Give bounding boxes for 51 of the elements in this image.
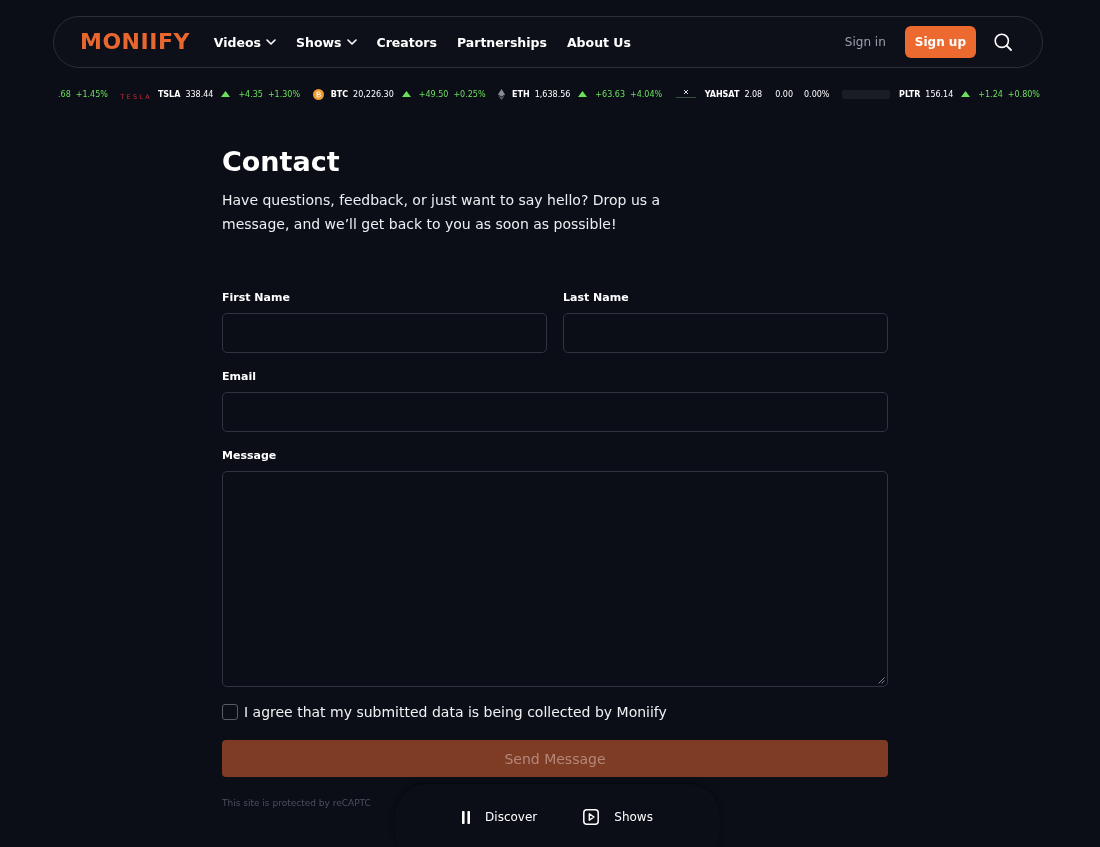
ticker-price: 156.14 bbox=[925, 89, 954, 99]
cross-logo-icon bbox=[674, 89, 697, 99]
nav-link[interactable]: Partnerships bbox=[456, 34, 547, 50]
intro-text: Have questions, feedback, or just want to say hello? Drop us a message, and we’ll get back to you as soon as possible! bbox=[222, 191, 662, 234]
ticker-percent: +0.80% bbox=[1007, 89, 1040, 99]
nav-link[interactable]: Creators bbox=[376, 34, 437, 50]
play-square-icon bbox=[583, 809, 600, 825]
coin-icon bbox=[312, 88, 324, 100]
ticker-percent: +4.04% bbox=[629, 89, 663, 99]
pause-icon bbox=[462, 810, 471, 824]
bottom-nav-link[interactable]: Discover bbox=[462, 808, 538, 826]
ticker-change: +49.50 bbox=[418, 89, 449, 99]
search-icon[interactable] bbox=[994, 33, 1012, 51]
ticker-price: 20,226.30 bbox=[353, 89, 394, 99]
brand-logo[interactable]: MONIIFY bbox=[80, 31, 190, 53]
ticker-percent: +1.45% bbox=[75, 89, 108, 99]
field-label: Last Name bbox=[563, 291, 630, 305]
ticker-symbol: BTC bbox=[330, 89, 349, 99]
recaptcha-note: This site is protected by reCAPTC bbox=[222, 798, 371, 808]
resize-grip-icon[interactable] bbox=[878, 677, 885, 684]
page-title: Contact bbox=[222, 145, 341, 179]
nav-link[interactable]: Shows bbox=[296, 34, 357, 50]
ticker-price: 2.08 bbox=[744, 89, 763, 99]
nav-link[interactable]: Videos bbox=[213, 34, 277, 50]
ticker-price: 338.44 bbox=[185, 89, 214, 99]
ticker-change: .68 bbox=[58, 89, 71, 99]
ticker-change: 0.00 bbox=[775, 89, 793, 99]
ticker-percent: +0.25% bbox=[453, 89, 486, 99]
sign-in-link[interactable]: Sign in bbox=[844, 35, 886, 49]
consent-checkbox[interactable] bbox=[222, 704, 238, 720]
ticker-symbol: PLTR bbox=[899, 89, 921, 99]
ticker-symbol: TSLA bbox=[157, 89, 181, 99]
ticker-symbol: ETH bbox=[512, 89, 530, 99]
ticker-percent: +1.30% bbox=[267, 89, 301, 99]
input-field[interactable] bbox=[222, 392, 888, 432]
input-field[interactable] bbox=[563, 313, 888, 353]
diamond-icon bbox=[498, 88, 506, 100]
bottom-nav-link[interactable]: Shows bbox=[583, 808, 653, 826]
ticker-change: +63.63 bbox=[595, 89, 625, 99]
ticker-price: 1,638.56 bbox=[534, 89, 571, 99]
ticker-symbol: YAHSAT bbox=[704, 89, 740, 99]
ticker-change: +1.24 bbox=[978, 89, 1003, 99]
message-field[interactable] bbox=[222, 471, 888, 687]
ticker-change: +4.35 bbox=[238, 89, 263, 99]
field-label: First Name bbox=[222, 291, 291, 305]
nav-link[interactable]: About Us bbox=[566, 34, 631, 50]
field-label: Message bbox=[222, 449, 278, 463]
field-label: Email bbox=[222, 370, 257, 384]
consent-label: I agree that my submitted data is being collected by Moniify bbox=[244, 704, 667, 720]
input-field[interactable] bbox=[222, 313, 547, 353]
ticker-percent: 0.00% bbox=[804, 89, 830, 99]
